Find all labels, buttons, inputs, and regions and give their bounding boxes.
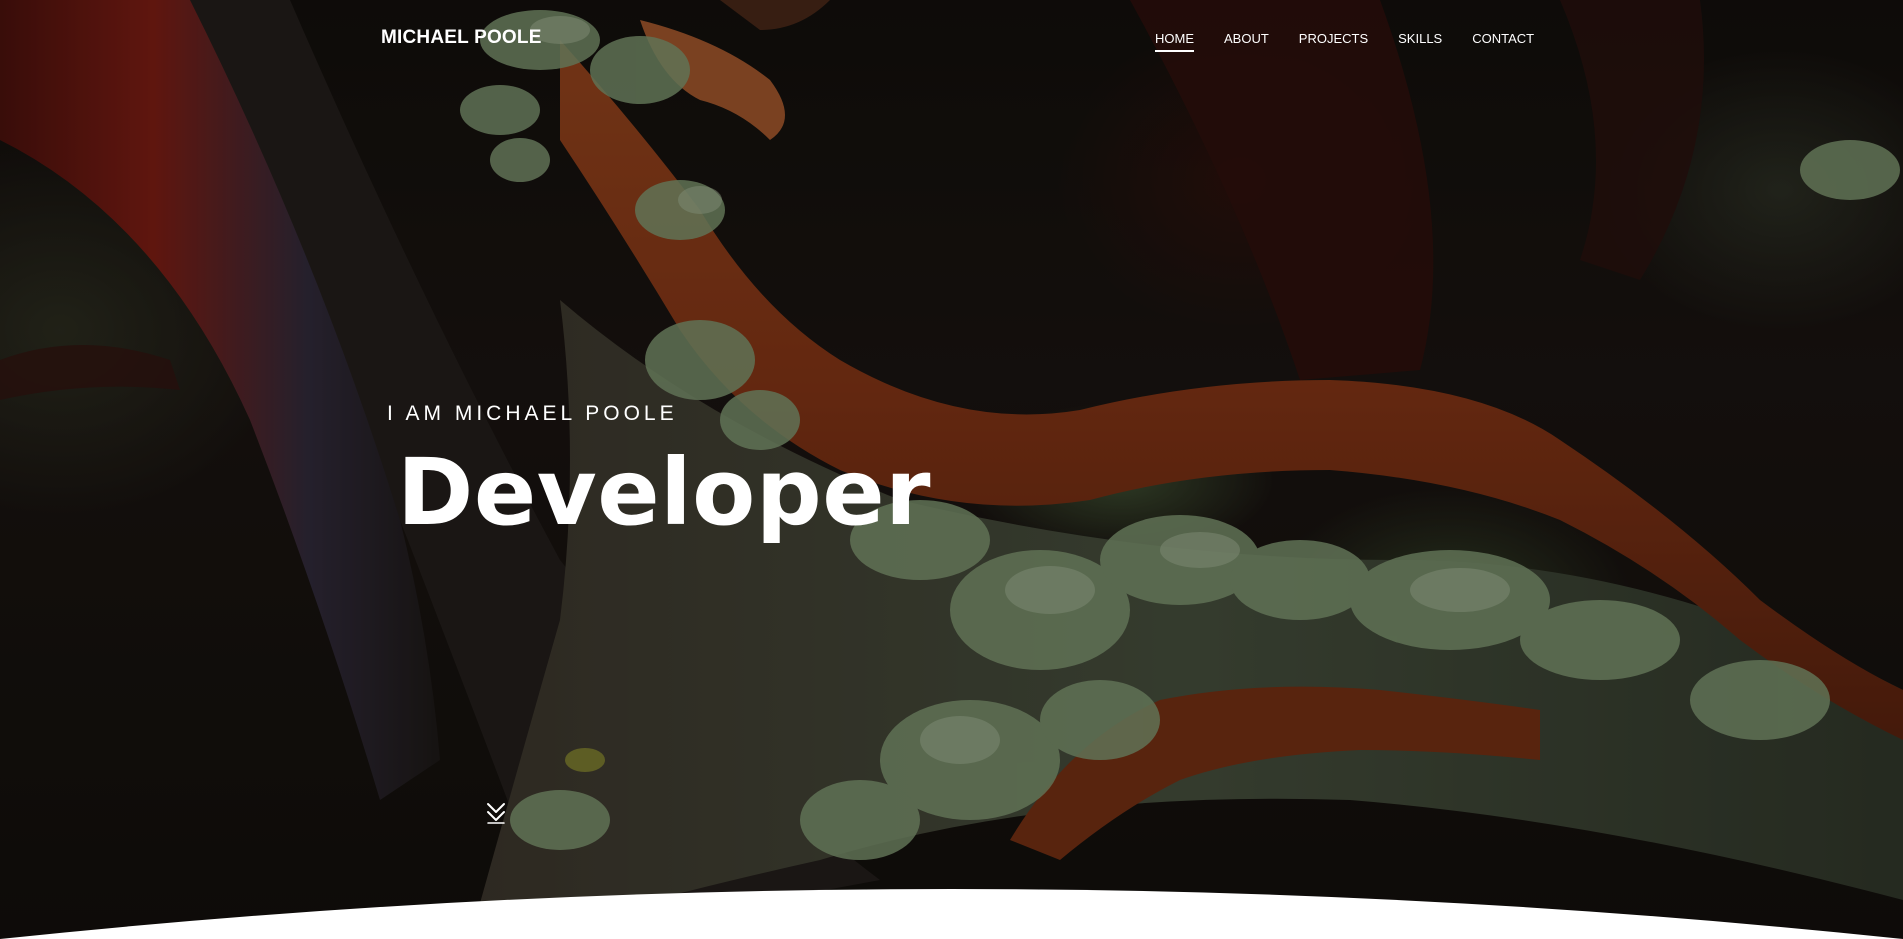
bottom-curve-divider <box>0 889 1903 939</box>
nav-item-contact[interactable]: CONTACT <box>1472 31 1534 52</box>
double-chevron-down-icon[interactable] <box>485 801 507 825</box>
nav-item-skills[interactable]: SKILLS <box>1398 31 1442 52</box>
nav-item-home[interactable]: HOME <box>1155 31 1194 52</box>
hero-section: MICHAEL POOLE HOME ABOUT PROJECTS SKILLS… <box>0 0 1903 939</box>
nav-item-about[interactable]: ABOUT <box>1224 31 1269 52</box>
nav-item-projects[interactable]: PROJECTS <box>1299 31 1368 52</box>
hero-title: Developer <box>397 439 931 546</box>
hero-subtitle: I AM MICHAEL POOLE <box>387 402 678 425</box>
brand-logo[interactable]: MICHAEL POOLE <box>381 27 542 49</box>
main-nav: HOME ABOUT PROJECTS SKILLS CONTACT <box>1155 31 1534 52</box>
hero-dark-overlay <box>0 0 1903 939</box>
